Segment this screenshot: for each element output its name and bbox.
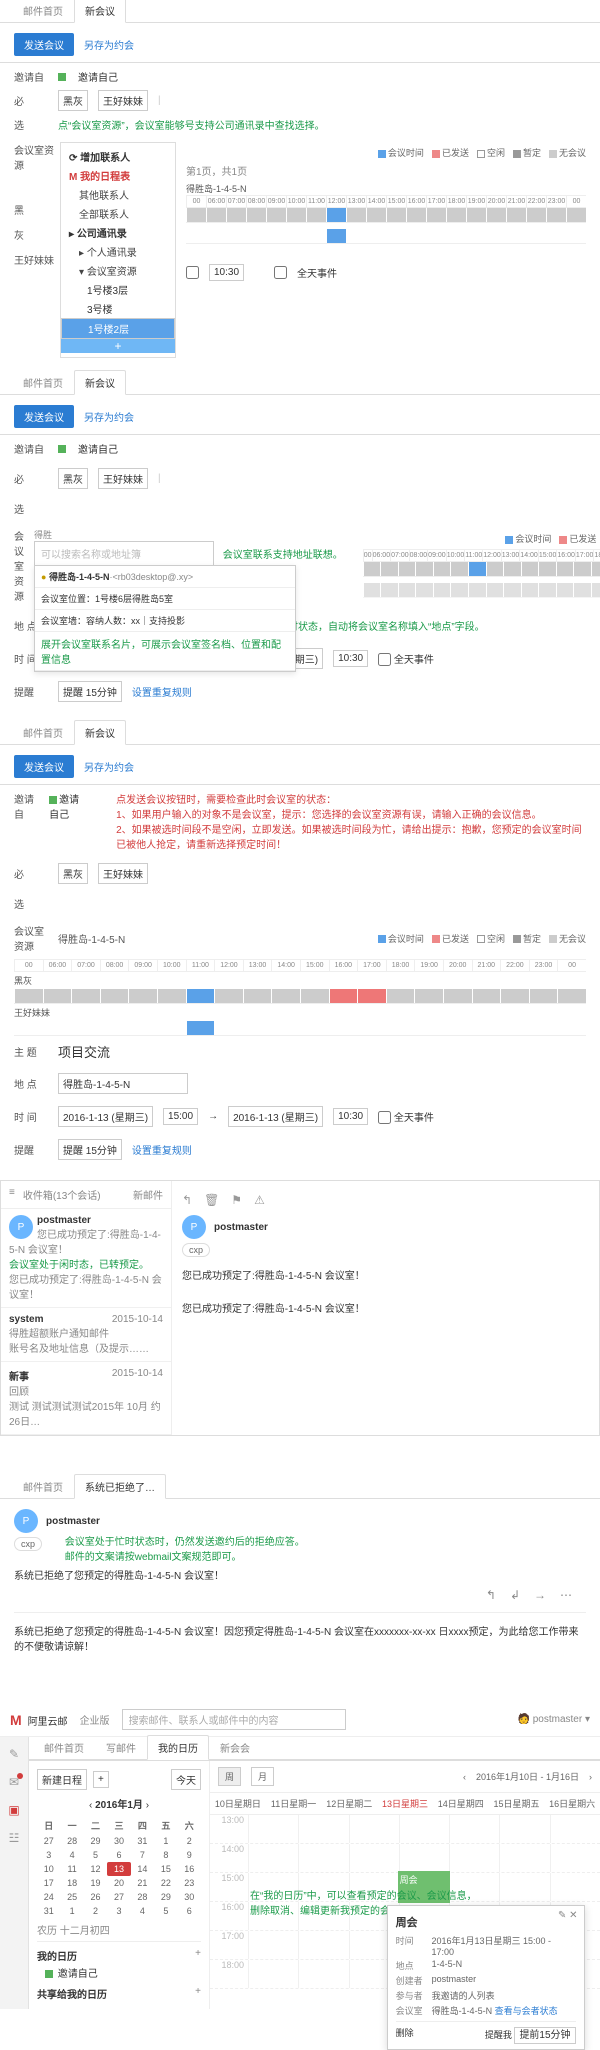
annotation-1: 点“会议室资源”，会议室能够号支持公司通讯录中查找选择。	[58, 117, 325, 132]
allday-label: 全天事件	[297, 265, 337, 280]
event-close-icon[interactable]: ✕	[569, 1910, 577, 1921]
reject-line-1: 系统已拒绝了您预定的得胜岛-1-4-5-N 会议室！	[14, 1567, 586, 1582]
mail-item-1[interactable]: system 2015-10-14 得胜超额账户通知邮件 账号名及地址信息（及提…	[1, 1308, 171, 1362]
tree-company[interactable]: ▸ 公司通讯录	[61, 223, 175, 242]
spam-icon[interactable]: ⚠	[254, 1193, 265, 1207]
subject-input[interactable]: 项目交流	[58, 1042, 110, 1061]
lunar-label: 农历 十二月初四	[37, 1922, 201, 1937]
rail-compose-icon[interactable]: ✎	[9, 1747, 19, 1761]
tree-row1[interactable]: 1号楼3层	[61, 280, 175, 299]
mini-month-label: 2016年1月	[95, 1800, 143, 1811]
time-end[interactable]: 10:30	[333, 650, 368, 667]
tree-all[interactable]: 全部联系人	[61, 204, 175, 223]
status-dot	[58, 73, 66, 81]
recipient-chip: cxp	[182, 1243, 210, 1257]
rej-more-icon[interactable]: ⋯	[560, 1588, 572, 1602]
tree-add-button[interactable]: +	[61, 339, 175, 353]
time-select[interactable]: 10:30	[209, 264, 244, 281]
tree-my-calendar[interactable]: M 我的日程表	[61, 166, 175, 185]
invitee-value: 邀请自己	[78, 69, 118, 84]
tab-new-meeting[interactable]: 新会议	[74, 0, 126, 23]
resource-title-2: 会议室资源	[14, 528, 24, 603]
tab-home-2[interactable]: 邮件首页	[12, 370, 74, 394]
timeline-track-1	[186, 208, 586, 223]
tree-room-resource[interactable]: ▾ 会议室资源	[61, 261, 175, 280]
tree-add-contact[interactable]: ⟳ 增加联系人	[61, 147, 175, 166]
contact-tree[interactable]: ⟳ 增加联系人 M 我的日程表 其他联系人 全部联系人 ▸ 公司通讯录 ▸ 个人…	[60, 142, 176, 358]
event-delete[interactable]: 删除	[396, 2026, 414, 2041]
tree-personal[interactable]: ▸ 个人通讯录	[61, 242, 175, 261]
event-popover: ✎ ✕ 周会 时间2016年1月13日星期三 15:00 - 17:00 地点1…	[387, 1905, 585, 2050]
cc-chip[interactable]: 王好妹妹	[98, 90, 148, 111]
event-remind-select[interactable]: 提前15分钟	[514, 2027, 575, 2044]
conflict-warning: 点发送会议按钮时，需要检查此时会议室的状态： 1、如果用户输入的对象不是会议室，…	[116, 791, 586, 851]
save-as-button[interactable]: 另存为约会	[84, 37, 134, 52]
save-as-button-2[interactable]: 另存为约会	[84, 409, 134, 424]
inbox-title: 收件箱(13个会话)	[23, 1187, 101, 1202]
tab-home[interactable]: 邮件首页	[12, 0, 74, 22]
compose-mail[interactable]: 新邮件	[133, 1187, 163, 1202]
global-search[interactable]: 搜索邮件、联系人或邮件中的内容	[122, 1709, 346, 1730]
mail-item-2[interactable]: 新事 2015-10-14 回顾 测试 测试测试测试2015年 10月 约 26…	[1, 1362, 171, 1435]
timeline-row-label: 得胜岛-1-4-5-N	[186, 182, 586, 195]
view-week[interactable]: 周	[218, 1767, 241, 1786]
add-calendar[interactable]: +	[195, 1948, 201, 1959]
account-menu[interactable]: 🧑 postmaster ▾	[517, 1714, 590, 1725]
allday-check[interactable]	[186, 266, 199, 279]
prev-month[interactable]: ‹	[89, 1800, 92, 1811]
tree-selected[interactable]: 1号楼2层	[61, 318, 175, 339]
app-rail: ✎ ✉ ▣ ☳	[0, 1737, 29, 2009]
today-button[interactable]: 今天	[171, 1769, 201, 1790]
repeat-link[interactable]: 设置重复规则	[132, 684, 192, 699]
rail-notes-icon[interactable]: ☳	[9, 1831, 20, 1845]
send-meeting-button-2[interactable]: 发送会议	[14, 405, 74, 428]
brand-logo: M 阿里云邮	[10, 1712, 68, 1728]
new-event-button[interactable]: 新建日程	[37, 1769, 87, 1790]
week-range: 2016年1月10日 - 1月16日	[476, 1770, 579, 1783]
mail-from: postmaster	[214, 1222, 268, 1233]
reject-annotation: 会议室处于忙时状态时，仍然发送邀约后的拒绝应答。 邮件的文案请按webmail文…	[65, 1533, 305, 1563]
attendee-status-link[interactable]: 查看与会者状态	[495, 2006, 558, 2016]
tab-new-meeting-2[interactable]: 新会议	[74, 370, 126, 395]
resource-suggestion-list[interactable]: ● 得胜岛-1-4-5-N·<rb03desktop@.xy> 会议室位置：1号…	[34, 565, 296, 672]
prev-week[interactable]: ‹	[463, 1772, 466, 1782]
to-chip[interactable]: 黑灰	[58, 90, 88, 111]
to-label: 必	[14, 93, 48, 108]
mail-item-0[interactable]: P postmaster 您已成功预定了:得胜岛-1-4-5-N 会议室！ 会议…	[1, 1209, 171, 1308]
send-meeting-button-3[interactable]: 发送会议	[14, 755, 74, 778]
tab-rejected[interactable]: 系统已拒绝了…	[74, 1474, 166, 1499]
rail-calendar-icon[interactable]: ▣	[8, 1803, 19, 1817]
flag-icon[interactable]: ⚑	[231, 1193, 242, 1207]
mail-line-1: 您已成功预定了:得胜岛-1-4-5-N 会议室！	[182, 1267, 589, 1282]
rej-forward-icon[interactable]: →	[534, 1588, 546, 1602]
rej-replyall-icon[interactable]: ↲	[510, 1588, 520, 1602]
resource-title: 会议室资源	[14, 142, 60, 172]
allday-3[interactable]	[378, 653, 391, 666]
resource-search-input[interactable]: 可以搜索名称或地址簿	[34, 541, 214, 566]
remind-select[interactable]: 提醒 15分钟	[58, 681, 122, 702]
next-week[interactable]: ›	[589, 1772, 592, 1782]
invitee-label: 邀请自	[14, 69, 48, 84]
tab-my-calendar[interactable]: 我的日历	[147, 1735, 209, 1760]
next-month[interactable]: ›	[146, 1800, 149, 1811]
tree-other[interactable]: 其他联系人	[61, 185, 175, 204]
rej-reply-icon[interactable]: ↰	[486, 1588, 496, 1602]
view-month[interactable]: 月	[251, 1767, 274, 1786]
send-meeting-button[interactable]: 发送会议	[14, 33, 74, 56]
tree-row2[interactable]: 3号楼	[61, 299, 175, 318]
reply-icon[interactable]: ↰	[182, 1193, 192, 1207]
rail-mail-icon[interactable]: ✉	[9, 1775, 19, 1789]
timeline-track-2	[186, 229, 586, 244]
allday-check-2[interactable]	[274, 266, 287, 279]
cc-label: 选	[14, 117, 48, 132]
delete-icon[interactable]: 🗑	[204, 1193, 219, 1207]
event-edit-icon[interactable]: ✎	[558, 1910, 566, 1921]
mail-line-2: 您已成功预定了:得胜岛-1-4-5-N 会议室！	[182, 1300, 589, 1315]
reject-line-2: 系统已拒绝了您预定的得胜岛-1-4-5-N 会议室！因您预定得胜岛-1-4-5-…	[14, 1623, 586, 1653]
